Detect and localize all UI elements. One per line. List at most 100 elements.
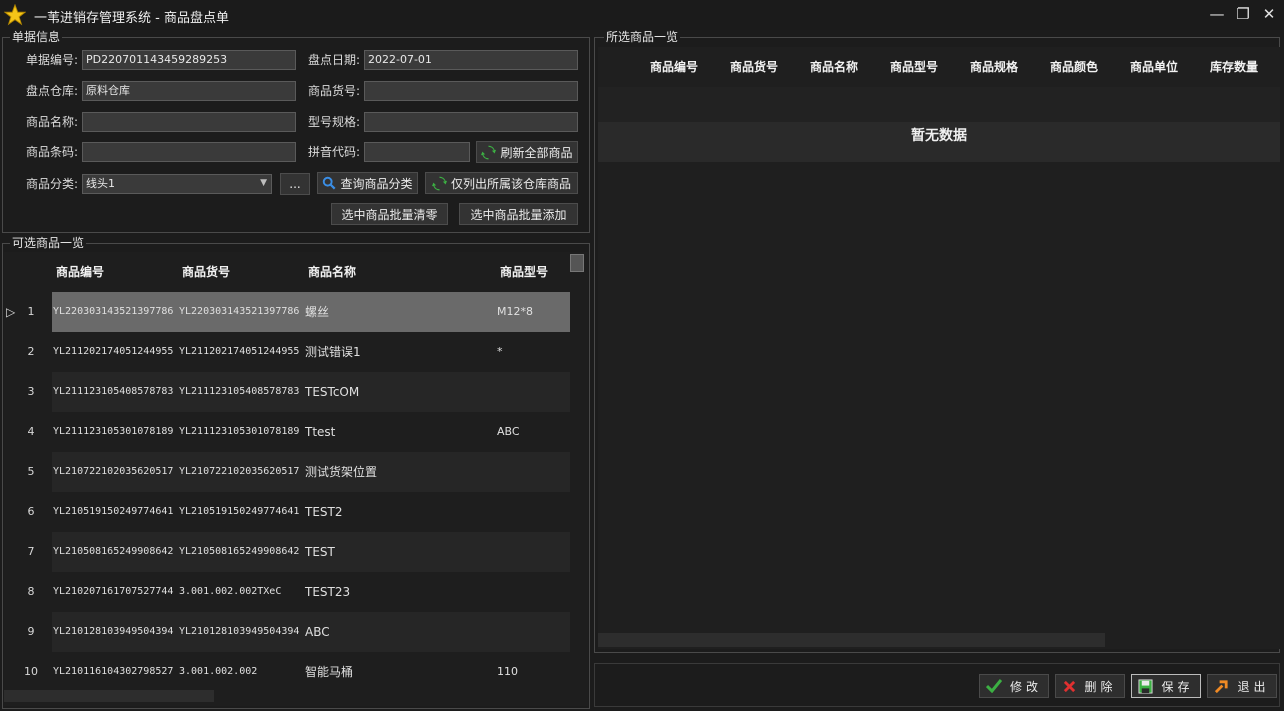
selected-items-grid[interactable]: 商品编号 商品货号 商品名称 商品型号 商品规格 商品颜色 商品单位 库存数量 … — [598, 47, 1280, 649]
cell-code[interactable]: YL211202174051244955 — [52, 332, 178, 372]
row-number: 1 — [27, 305, 35, 318]
table-row[interactable]: 8 YL210207161707527744 3.001.002.002TXeC TE… — [4, 572, 568, 612]
row-number: 2 — [27, 345, 35, 358]
cell-code[interactable]: YL211123105408578783 — [52, 372, 178, 412]
cell-model[interactable] — [495, 532, 570, 572]
row-number: 7 — [27, 545, 35, 558]
list-warehouse-button[interactable]: 仅列出所属该仓库商品 — [425, 172, 578, 194]
restore-button[interactable]: ❐ — [1231, 4, 1255, 24]
sel-col-header-unit[interactable]: 商品单位 — [1130, 47, 1178, 87]
cell-sku[interactable]: YL211123105408578783 — [178, 372, 304, 412]
cell-name[interactable]: TEST23 — [304, 572, 495, 612]
row-number: 6 — [27, 505, 35, 518]
barcode-field[interactable] — [82, 142, 296, 162]
sel-col-header-sku[interactable]: 商品货号 — [730, 47, 778, 87]
col-header-code[interactable]: 商品编号 — [56, 252, 104, 292]
cell-code[interactable]: YL210128103949504394 — [52, 612, 178, 652]
cell-sku[interactable]: YL211202174051244955 — [178, 332, 304, 372]
table-row[interactable]: 3 YL211123105408578783 YL21112310540857878… — [4, 372, 570, 412]
query-category-button[interactable]: 查询商品分类 — [317, 172, 418, 194]
cell-model[interactable] — [495, 452, 570, 492]
window-title: 一苇进销存管理系统 - 商品盘点单 — [34, 11, 229, 26]
cell-sku[interactable]: YL210128103949504394 — [178, 612, 304, 652]
pinyin-field[interactable] — [364, 142, 470, 162]
col-header-name[interactable]: 商品名称 — [308, 252, 356, 292]
cell-name[interactable]: Ttest — [304, 412, 495, 452]
row-number: 4 — [27, 425, 35, 438]
refresh-all-button[interactable]: 刷新全部商品 — [476, 141, 578, 163]
cell-name[interactable]: TESTcOM — [304, 372, 495, 412]
table-row[interactable]: 2 YL211202174051244955 YL21120217405124495… — [4, 332, 568, 372]
cell-code[interactable]: YL220303143521397786 — [52, 292, 178, 332]
cell-model[interactable]: 110 — [495, 652, 570, 692]
exit-button[interactable]: 退出 — [1207, 674, 1277, 698]
close-button[interactable]: ✕ — [1257, 4, 1281, 24]
table-row[interactable]: 9 YL210128103949504394 YL21012810394950439… — [4, 612, 570, 652]
batch-clear-button[interactable]: 选中商品批量清零 — [331, 203, 448, 225]
row-number: 3 — [27, 385, 35, 398]
available-items-grid[interactable]: 商品编号 商品货号 商品名称 商品型号 ▷ 1 YL2203031435213977… — [4, 252, 588, 706]
cell-model[interactable]: * — [495, 332, 570, 372]
horizontal-scrollbar-thumb[interactable] — [598, 633, 1105, 647]
vertical-scrollbar-thumb[interactable] — [570, 254, 584, 272]
cell-sku[interactable]: 3.001.002.002TXeC — [178, 572, 304, 612]
cell-name[interactable]: 螺丝 — [304, 292, 495, 332]
cell-name[interactable]: 智能马桶 — [304, 652, 495, 692]
sel-col-header-color[interactable]: 商品颜色 — [1050, 47, 1098, 87]
save-button[interactable]: 保存 — [1131, 674, 1201, 698]
cell-code[interactable]: YL210508165249908642 — [52, 532, 178, 572]
cell-sku[interactable]: YL210519150249774641 — [178, 492, 304, 532]
cell-code[interactable]: YL210207161707527744 — [52, 572, 178, 612]
cell-model[interactable] — [495, 372, 570, 412]
horizontal-scrollbar-thumb[interactable] — [4, 690, 214, 702]
table-row[interactable]: 4 YL211123105301078189 YL21112310530107818… — [4, 412, 568, 452]
cell-code[interactable]: YL210116104302798527 — [52, 652, 178, 692]
category-select[interactable]: 线头1 ▼ — [82, 174, 272, 194]
doc-no-field[interactable]: PD220701143459289253 — [82, 50, 296, 70]
check-date-field[interactable]: 2022-07-01 — [364, 50, 578, 70]
table-row[interactable]: 10 YL210116104302798527 3.001.002.002 智能马桶 1… — [4, 652, 568, 692]
batch-add-button[interactable]: 选中商品批量添加 — [459, 203, 578, 225]
table-row[interactable]: 7 YL210508165249908642 YL21050816524990864… — [4, 532, 570, 572]
minimize-button[interactable]: — — [1205, 4, 1229, 24]
cell-model[interactable] — [495, 492, 570, 532]
item-name-field[interactable] — [82, 112, 296, 132]
cell-name[interactable]: TEST2 — [304, 492, 495, 532]
sel-col-header-spec[interactable]: 商品规格 — [970, 47, 1018, 87]
table-row[interactable]: 5 YL210722102035620517 YL21072210203562051… — [4, 452, 570, 492]
cell-model[interactable]: M12*8 — [495, 292, 570, 332]
cell-sku[interactable]: YL211123105301078189 — [178, 412, 304, 452]
table-row[interactable]: 6 YL210519150249774641 YL21051915024977464… — [4, 492, 568, 532]
cell-sku[interactable]: YL210722102035620517 — [178, 452, 304, 492]
cell-code[interactable]: YL210519150249774641 — [52, 492, 178, 532]
item-sku-field[interactable] — [364, 81, 578, 101]
row-number: 9 — [27, 625, 35, 638]
cell-sku[interactable]: YL210508165249908642 — [178, 532, 304, 572]
edit-button[interactable]: 修改 — [979, 674, 1049, 698]
table-row[interactable]: ▷ 1 YL220303143521397786 YL2203031435213977… — [4, 292, 570, 332]
sel-col-header-code[interactable]: 商品编号 — [650, 47, 698, 87]
sel-col-header-name[interactable]: 商品名称 — [810, 47, 858, 87]
warehouse-field[interactable]: 原料仓库 — [82, 81, 296, 101]
cell-sku[interactable]: 3.001.002.002 — [178, 652, 304, 692]
cell-name[interactable]: 测试货架位置 — [304, 452, 495, 492]
cell-sku[interactable]: YL220303143521397786 — [178, 292, 304, 332]
col-header-model[interactable]: 商品型号 — [500, 252, 548, 292]
barcode-label: 商品条码: — [25, 145, 78, 159]
exit-label: 退出 — [1237, 679, 1270, 694]
delete-button[interactable]: 删除 — [1055, 674, 1125, 698]
cell-model[interactable] — [495, 572, 570, 612]
sel-col-header-stock[interactable]: 库存数量 — [1210, 47, 1258, 87]
cell-model[interactable] — [495, 612, 570, 652]
cell-name[interactable]: TEST — [304, 532, 495, 572]
sel-col-header-model[interactable]: 商品型号 — [890, 47, 938, 87]
col-header-sku[interactable]: 商品货号 — [182, 252, 230, 292]
cell-name[interactable]: ABC — [304, 612, 495, 652]
edit-label: 修改 — [1009, 679, 1042, 694]
cell-name[interactable]: 测试错误1 — [304, 332, 495, 372]
cell-code[interactable]: YL210722102035620517 — [52, 452, 178, 492]
cell-code[interactable]: YL211123105301078189 — [52, 412, 178, 452]
cell-model[interactable]: ABC — [495, 412, 570, 452]
ellipsis-button[interactable]: ... — [280, 173, 310, 195]
model-spec-field[interactable] — [364, 112, 578, 132]
